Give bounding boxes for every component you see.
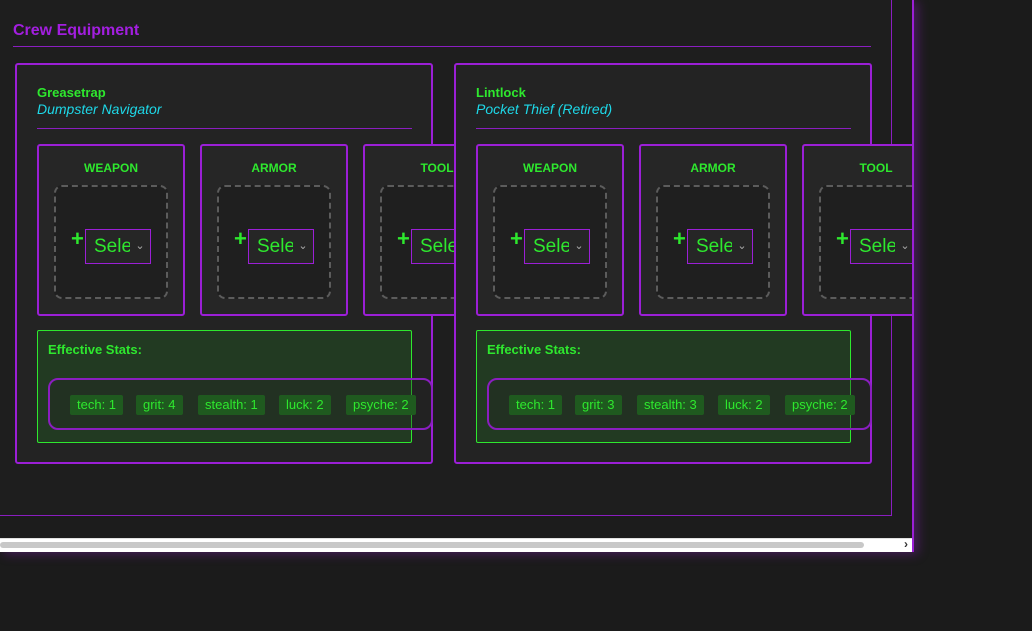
crew-name: Greasetrap xyxy=(37,85,106,100)
weapon-slot: WEAPON + Select ⌄ xyxy=(476,144,624,316)
armor-slot: ARMOR + Select ⌄ xyxy=(639,144,787,316)
stat-chip: luck: 2 xyxy=(718,395,770,415)
title-divider xyxy=(13,46,871,47)
slot-label: WEAPON xyxy=(523,161,577,175)
crew-card-lintlock: Lintlock Pocket Thief (Retired) WEAPON +… xyxy=(454,63,912,464)
tool-drop-zone[interactable]: + Select ⌄ xyxy=(819,185,912,299)
app-window: Crew Equipment Greasetrap Dumpster Navig… xyxy=(0,0,914,552)
plus-icon[interactable]: + xyxy=(673,228,686,250)
crew-name: Lintlock xyxy=(476,85,526,100)
weapon-drop-zone[interactable]: + Select ⌄ xyxy=(493,185,607,299)
stat-chip: tech: 1 xyxy=(509,395,563,415)
armor-slot: ARMOR + Select ⌄ xyxy=(200,144,348,316)
stat-chip: stealth: 3 xyxy=(637,395,704,415)
weapon-drop-zone[interactable]: + Select ⌄ xyxy=(54,185,168,299)
crew-role: Pocket Thief (Retired) xyxy=(476,101,613,117)
effective-stats: Effective Stats: tech: 1 grit: 4 stealth… xyxy=(37,330,433,443)
stats-row: tech: 1 grit: 3 stealth: 3 luck: 2 psych… xyxy=(487,378,872,430)
chevron-down-icon: ⌄ xyxy=(732,230,752,263)
chevron-down-icon: ⌄ xyxy=(569,230,589,263)
chevron-down-icon: ⌄ xyxy=(130,230,150,263)
card-divider xyxy=(37,128,412,129)
section-title: Crew Equipment xyxy=(13,22,140,39)
slot-label: TOOL xyxy=(859,161,893,175)
armor-select[interactable]: Select ⌄ xyxy=(248,229,314,264)
tool-slot: TOOL + Select ⌄ xyxy=(802,144,912,316)
plus-icon[interactable]: + xyxy=(397,228,410,250)
plus-icon[interactable]: + xyxy=(234,228,247,250)
stat-chip: psyche: 2 xyxy=(346,395,416,415)
stats-title: Effective Stats: xyxy=(487,342,581,357)
slot-label: WEAPON xyxy=(84,161,138,175)
chevron-right-icon[interactable]: › xyxy=(904,537,908,551)
plus-icon[interactable]: + xyxy=(836,228,849,250)
stats-row: tech: 1 grit: 4 stealth: 1 luck: 2 psych… xyxy=(48,378,433,430)
plus-icon[interactable]: + xyxy=(71,228,84,250)
stat-chip: tech: 1 xyxy=(70,395,124,415)
stat-chip: grit: 4 xyxy=(136,395,183,415)
armor-drop-zone[interactable]: + Select ⌄ xyxy=(656,185,770,299)
stats-title: Effective Stats: xyxy=(48,342,142,357)
effective-stats: Effective Stats: tech: 1 grit: 3 stealth… xyxy=(476,330,872,443)
equipment-panel: Crew Equipment Greasetrap Dumpster Navig… xyxy=(0,0,912,516)
chevron-down-icon: ⌄ xyxy=(895,230,912,263)
stat-chip: luck: 2 xyxy=(279,395,331,415)
plus-icon[interactable]: + xyxy=(510,228,523,250)
stat-chip: stealth: 1 xyxy=(198,395,265,415)
slot-label: ARMOR xyxy=(690,161,736,175)
chevron-down-icon: ⌄ xyxy=(293,230,313,263)
weapon-select[interactable]: Select ⌄ xyxy=(85,229,151,264)
tool-select[interactable]: Select ⌄ xyxy=(850,229,912,264)
horizontal-scrollbar[interactable]: › xyxy=(0,537,912,552)
crew-card-greasetrap: Greasetrap Dumpster Navigator WEAPON + S… xyxy=(15,63,511,464)
stat-chip: grit: 3 xyxy=(575,395,622,415)
armor-drop-zone[interactable]: + Select ⌄ xyxy=(217,185,331,299)
weapon-select[interactable]: Select ⌄ xyxy=(524,229,590,264)
crew-role: Dumpster Navigator xyxy=(37,101,162,117)
stat-chip: psyche: 2 xyxy=(785,395,855,415)
scrollbar-thumb[interactable] xyxy=(0,542,864,548)
slot-label: ARMOR xyxy=(251,161,297,175)
card-divider xyxy=(476,128,851,129)
weapon-slot: WEAPON + Select ⌄ xyxy=(37,144,185,316)
armor-select[interactable]: Select ⌄ xyxy=(687,229,753,264)
